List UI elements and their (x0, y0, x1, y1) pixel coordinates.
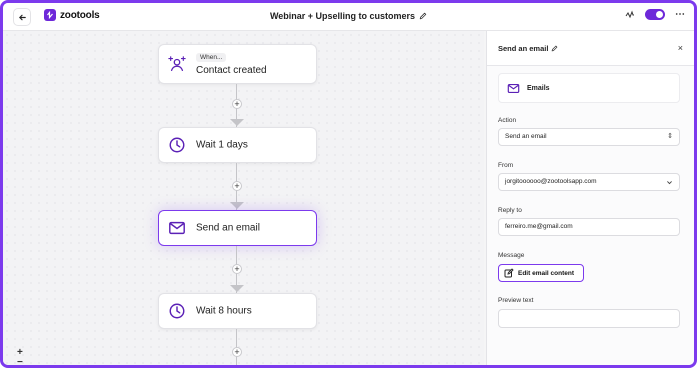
add-step-button[interactable]: + (232, 99, 242, 109)
action-value: Send an email (505, 133, 547, 140)
action-select[interactable]: Send an email ⇕ (498, 128, 680, 146)
panel-title: Send an email (498, 44, 558, 53)
from-select[interactable]: jorgitoooooo@zootoolsapp.com (498, 173, 680, 191)
from-value: jorgitoooooo@zootoolsapp.com (505, 178, 597, 185)
from-label: From (498, 162, 514, 169)
app-card[interactable]: Emails (498, 73, 680, 103)
workflow-node-trigger[interactable]: When... Contact created (158, 44, 317, 84)
workflow-node-wait[interactable]: Wait 1 days (158, 127, 317, 163)
workflow-canvas[interactable]: When... Contact created + Wait 1 days + … (3, 31, 484, 365)
more-options-icon[interactable]: ⋯ (675, 9, 686, 20)
trigger-pill: When... (196, 53, 227, 62)
mail-icon (507, 84, 520, 93)
node-label: Send an email (196, 222, 260, 234)
edit-email-content-button[interactable]: Edit email content (498, 264, 584, 282)
message-label: Message (498, 252, 525, 259)
preview-text-input[interactable] (498, 309, 680, 328)
preview-text-label: Preview text (498, 297, 534, 304)
edit-icon (504, 268, 514, 278)
workflow-node-send-email[interactable]: Send an email (158, 210, 317, 246)
user-plus-icon (168, 56, 186, 71)
zoom-out-button[interactable]: − (17, 357, 23, 365)
add-step-button[interactable]: + (232, 347, 242, 357)
connector-arrow (230, 119, 244, 126)
workflow-active-toggle[interactable] (645, 9, 665, 20)
workflow-title: Webinar + Upselling to customers (3, 11, 694, 21)
top-bar: zootools Webinar + Upselling to customer… (3, 3, 694, 31)
updown-chevron-icon: ⇕ (667, 133, 673, 140)
node-label: Wait 8 hours (196, 305, 252, 317)
workflow-title-text[interactable]: Webinar + Upselling to customers (270, 11, 415, 21)
activity-icon[interactable] (625, 10, 635, 20)
edit-button-label: Edit email content (518, 269, 574, 277)
chevron-down-icon (667, 181, 672, 185)
action-label: Action (498, 117, 517, 124)
connector-arrow (230, 202, 244, 209)
header-actions: ⋯ (625, 9, 686, 20)
clock-icon (169, 303, 185, 319)
mail-icon (169, 221, 185, 235)
node-label: Wait 1 days (196, 139, 248, 151)
reply-to-label: Reply to (498, 207, 522, 214)
add-step-button[interactable]: + (232, 264, 242, 274)
add-step-button[interactable]: + (232, 181, 242, 191)
reply-to-value: ferreiro.me@gmail.com (505, 223, 573, 230)
panel-header: Send an email × (487, 31, 694, 66)
node-label: Contact created (196, 65, 267, 76)
close-panel-button[interactable]: × (678, 43, 683, 53)
panel-title-text[interactable]: Send an email (498, 44, 548, 53)
pencil-icon[interactable] (551, 45, 558, 52)
workflow-node-wait[interactable]: Wait 8 hours (158, 293, 317, 329)
app-window: zootools Webinar + Upselling to customer… (0, 0, 697, 368)
clock-icon (169, 137, 185, 153)
step-settings-panel: Send an email × Emails Action Send an em… (486, 31, 694, 365)
pencil-icon[interactable] (419, 12, 427, 20)
reply-to-input[interactable]: ferreiro.me@gmail.com (498, 218, 680, 236)
app-name: Emails (527, 85, 550, 92)
connector-arrow (230, 285, 244, 292)
